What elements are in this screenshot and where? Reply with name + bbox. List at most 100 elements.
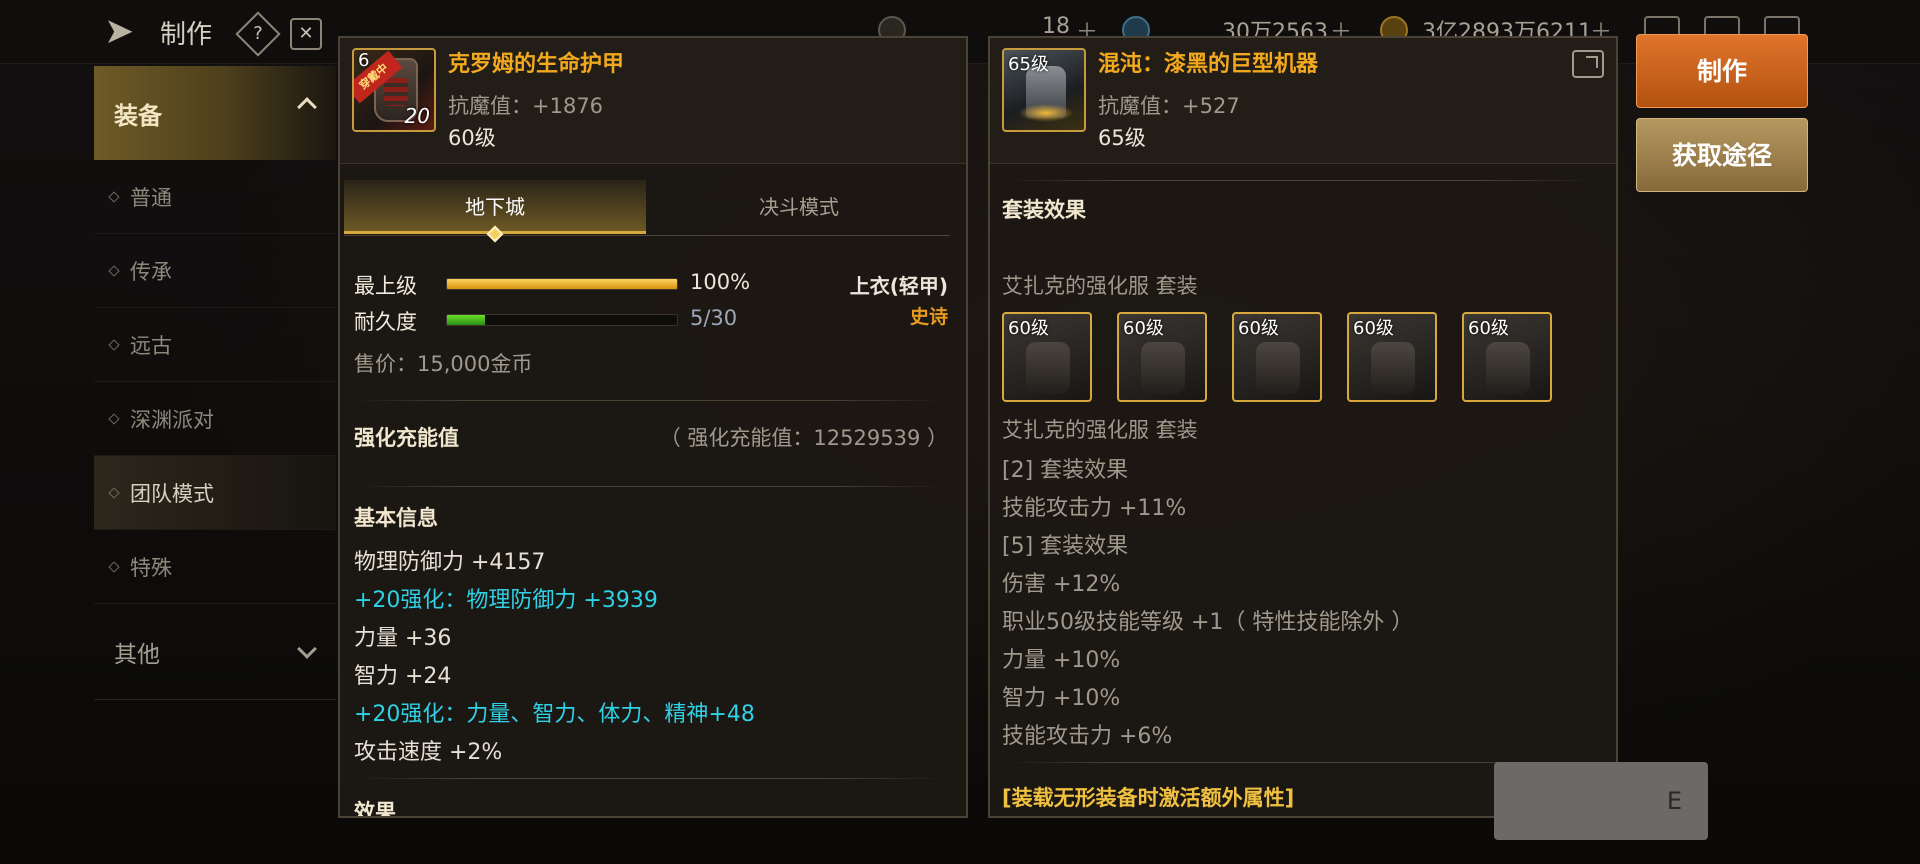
set-name: 艾扎克的强化服 套装 (1002, 418, 1198, 442)
divider (354, 778, 944, 779)
sidebar-item-label: 特殊 (130, 555, 172, 580)
stat-line: 物理防御力 +4157 (354, 550, 546, 575)
diamond-bullet-icon (108, 561, 120, 573)
sidebar-item-raid-mode[interactable]: 团队模式 (94, 456, 336, 530)
grade-bar (446, 278, 678, 290)
sidebar-header-label: 装备 (114, 101, 162, 130)
item-name: 克罗姆的生命护甲 (448, 52, 625, 77)
set-piece-slot[interactable]: 60级 (1347, 312, 1437, 402)
set-piece-level: 60级 (1123, 318, 1164, 339)
armor-item-icon: 6 穿戴中 20 (352, 48, 436, 132)
item-level: 65级 (1098, 126, 1146, 150)
set-effect-line: 力量 +10% (1002, 648, 1121, 673)
set-piece-icon (1256, 342, 1300, 394)
set-effect-line: [2] 套装效果 (1002, 458, 1129, 483)
enhance-energy-value: （ 强化充能值：12529539 ） (659, 426, 948, 450)
set-effect-line: 技能攻击力 +11% (1002, 496, 1187, 521)
stat-line-enhance: +20强化：力量、智力、体力、精神+48 (354, 702, 755, 727)
sidebar-header-other[interactable]: 其他 (94, 604, 336, 700)
enhance-energy-title: 强化充能值 (354, 426, 459, 450)
sidebar-item-ancient[interactable]: 远古 (94, 308, 336, 382)
grade-label: 最上级 (354, 274, 417, 298)
craft-button[interactable]: 制作 (1636, 34, 1808, 108)
magic-resist-stat: 抗魔值：+527 (1098, 94, 1240, 118)
grade-percent: 100% (690, 270, 751, 294)
item-name: 混沌：漆黑的巨型机器 (1098, 52, 1319, 77)
set-effect-line: 职业50级技能等级 +1（ 特性技能除外 ） (1002, 610, 1414, 635)
craft-item-tooltip: 65级 混沌：漆黑的巨型机器 抗魔值：+527 65级 套装效果 艾扎克的强化服… (988, 36, 1618, 818)
sidebar-item-label: 深渊派对 (130, 407, 214, 432)
diamond-bullet-icon (108, 191, 120, 203)
sidebar-other-label: 其他 (114, 641, 160, 668)
sidebar-item-label: 传承 (130, 259, 172, 284)
stat-line-enhance: +20强化：物理防御力 +3939 (354, 588, 658, 613)
set-piece-level: 60级 (1468, 318, 1509, 339)
diamond-bullet-icon (108, 339, 120, 351)
set-piece-level: 60级 (1008, 318, 1049, 339)
rarity-label: 史诗 (909, 306, 948, 328)
durability-bar (446, 314, 678, 326)
set-piece-level: 60级 (1353, 318, 1394, 339)
equipped-item-tooltip: 6 穿戴中 20 克罗姆的生命护甲 抗魔值：+1876 60级 地下城 决斗模式… (338, 36, 968, 818)
set-effect-title: 套装效果 (1002, 198, 1086, 222)
mech-item-icon: 65级 (1002, 48, 1086, 132)
set-piece-icon (1141, 342, 1185, 394)
grade-bar-fill (447, 279, 677, 289)
set-piece-slot[interactable]: 60级 (1117, 312, 1207, 402)
mode-tabs: 地下城 决斗模式 (344, 180, 950, 243)
item-header: 65级 混沌：漆黑的巨型机器 抗魔值：+527 65级 (990, 38, 1616, 164)
share-icon[interactable] (1572, 50, 1604, 78)
stat-line: 智力 +24 (354, 664, 452, 689)
close-icon[interactable]: ✕ (290, 18, 322, 50)
stat-line: 力量 +36 (354, 626, 452, 651)
divider (354, 486, 944, 487)
set-piece-level: 60级 (1238, 318, 1279, 339)
set-effect-line: 智力 +10% (1002, 686, 1121, 711)
sidebar-item-label: 远古 (130, 333, 172, 358)
effect-title: 效果 (354, 800, 396, 818)
divider (354, 400, 944, 401)
set-piece-slot[interactable]: 60级 (1232, 312, 1322, 402)
diamond-bullet-icon (108, 413, 120, 425)
chevron-down-icon (297, 639, 317, 659)
set-piece-slot[interactable]: 60级 (1462, 312, 1552, 402)
sell-price: 售价：15,000金币 (354, 352, 533, 376)
chevron-up-icon (297, 97, 317, 117)
set-piece-icon (1486, 342, 1530, 394)
help-icon[interactable]: ? (235, 11, 281, 57)
sidebar-item-special[interactable]: 特殊 (94, 530, 336, 604)
sidebar-item-label: 普通 (130, 185, 172, 210)
category-sidebar: 装备 普通 传承 远古 深渊派对 团队模式 特殊 其他 (94, 66, 336, 700)
glow-effect (1018, 104, 1074, 122)
set-name: 艾扎克的强化服 套装 (1002, 274, 1198, 298)
sidebar-header-equipment[interactable]: 装备 (94, 66, 336, 160)
item-corner-level: 65级 (1008, 54, 1049, 75)
item-level: 60级 (448, 126, 496, 150)
sidebar-item-legacy[interactable]: 传承 (94, 234, 336, 308)
sidebar-item-normal[interactable]: 普通 (94, 160, 336, 234)
back-arrow-icon[interactable]: ➤ (104, 12, 148, 52)
divider (1004, 180, 1594, 181)
set-piece-icon (1371, 342, 1415, 394)
equipment-slot: 上衣(轻甲) (849, 274, 948, 298)
page-title: 制作 (160, 20, 213, 50)
background-action-button[interactable]: E (1494, 762, 1708, 840)
durability-bar-fill (447, 315, 486, 325)
diamond-bullet-icon (108, 487, 120, 499)
set-effect-line: [5] 套装效果 (1002, 534, 1129, 559)
tab-duel-mode[interactable]: 决斗模式 (648, 180, 950, 234)
sidebar-item-abyss-party[interactable]: 深渊派对 (94, 382, 336, 456)
enhance-level-badge: 20 (404, 104, 430, 128)
obtain-route-button[interactable]: 获取途径 (1636, 118, 1808, 192)
basic-info-title: 基本信息 (354, 506, 438, 530)
sidebar-item-label: 团队模式 (130, 481, 214, 506)
set-piece-icon (1026, 342, 1070, 394)
durability-value: 5/30 (690, 306, 738, 330)
set-piece-slot[interactable]: 60级 (1002, 312, 1092, 402)
stat-line: 攻击速度 +2% (354, 740, 503, 765)
extra-attribute-note: [装载无形装备时激活额外属性] (1002, 786, 1295, 810)
magic-resist-stat: 抗魔值：+1876 (448, 94, 604, 118)
set-effect-line: 伤害 +12% (1002, 572, 1121, 597)
item-header: 6 穿戴中 20 克罗姆的生命护甲 抗魔值：+1876 60级 (340, 38, 966, 164)
durability-label: 耐久度 (354, 310, 417, 334)
